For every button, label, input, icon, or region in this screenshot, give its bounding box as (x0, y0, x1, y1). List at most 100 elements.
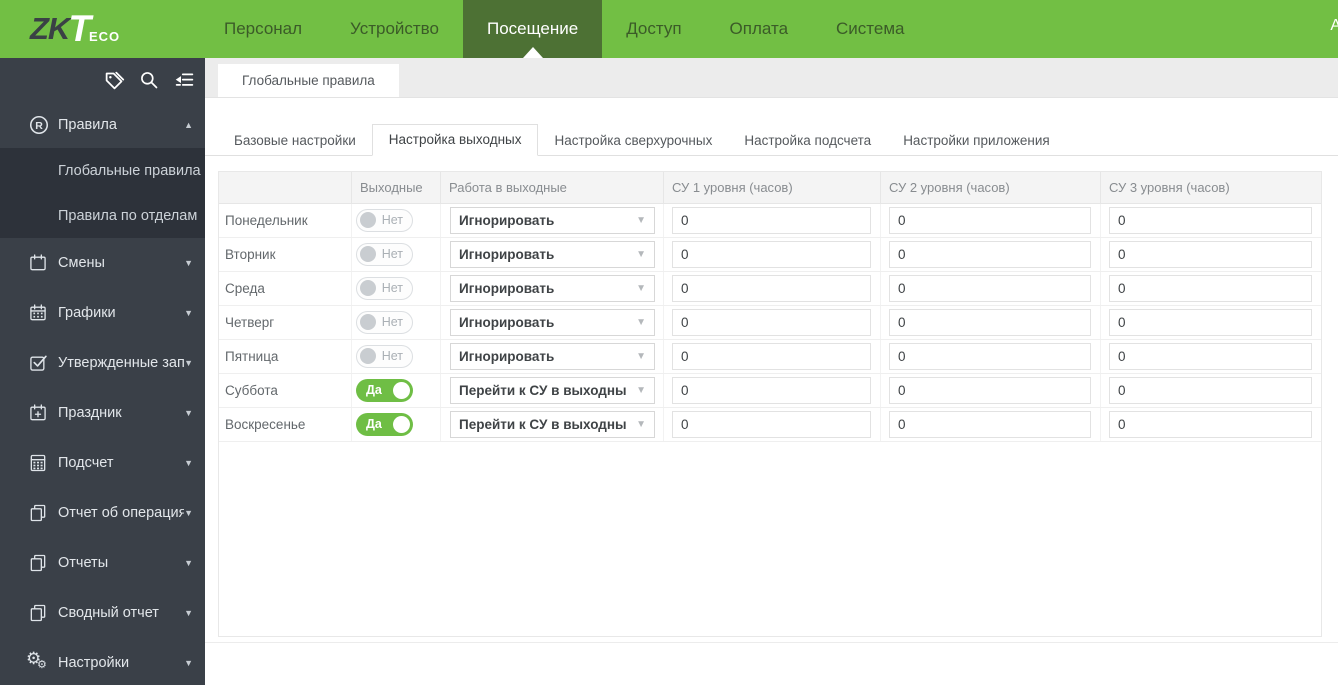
svg-text:R: R (35, 120, 43, 132)
weekend-toggle[interactable]: Нет (356, 243, 413, 266)
weekend-work-mode-select[interactable]: Игнорировать ▼ (450, 343, 655, 370)
su3-hours-input[interactable] (1109, 275, 1312, 302)
weekend-toggle[interactable]: Да (356, 379, 413, 402)
nav-item[interactable]: Доступ (602, 0, 705, 58)
su2-hours-input[interactable] (889, 207, 1091, 234)
column-header (219, 172, 352, 203)
chevron-icon: ▼ (184, 508, 193, 518)
gears-icon: ⚙ ⚙ (26, 649, 47, 671)
toggle-knob (393, 382, 410, 399)
su1-hours-input[interactable] (672, 309, 871, 336)
column-header: СУ 1 уровня (часов) (664, 172, 881, 203)
chevron-icon: ▼ (184, 608, 193, 618)
weekend-work-mode-select[interactable]: Игнорировать ▼ (450, 275, 655, 302)
su1-hours-input[interactable] (672, 343, 871, 370)
day-label: Среда (219, 272, 352, 305)
sidebar-section[interactable]: Подсчет ▼ (0, 438, 205, 488)
su2-hours-input[interactable] (889, 309, 1091, 336)
su1-hours-input[interactable] (672, 207, 871, 234)
sidebar-section-label: Настройки (58, 655, 130, 671)
calendar-icon (28, 253, 58, 273)
sidebar-section[interactable]: Утвержденные зап... ▼ (0, 338, 205, 388)
sidebar-section[interactable]: Отчет об операциях ▼ (0, 488, 205, 538)
sidebar: R Правила ▲ Глобальные правила Правила по… (0, 58, 205, 685)
user-menu-partial[interactable]: A (1330, 17, 1338, 35)
su1-hours-input[interactable] (672, 241, 871, 268)
su3-hours-input[interactable] (1109, 241, 1312, 268)
toggle-knob (360, 314, 376, 330)
window-tab[interactable]: Глобальные правила (218, 64, 399, 97)
sidebar-section[interactable]: Праздник ▼ (0, 388, 205, 438)
weekend-toggle[interactable]: Да (356, 413, 413, 436)
sidebar-subitem[interactable]: Правила по отделам (0, 193, 205, 238)
table-row: Понедельник Нет Игнорировать ▼ (219, 204, 1321, 238)
nav-item[interactable]: Оплата (706, 0, 812, 58)
su3-hours-input[interactable] (1109, 207, 1312, 234)
sidebar-section[interactable]: R Правила ▲ (0, 102, 205, 148)
su3-hours-input[interactable] (1109, 343, 1312, 370)
report-icon (28, 603, 58, 623)
weekend-work-mode-select[interactable]: Перейти к СУ в выходны ▼ (450, 411, 655, 438)
weekend-work-mode-select[interactable]: Игнорировать ▼ (450, 309, 655, 336)
su3-hours-input[interactable] (1109, 411, 1312, 438)
weekend-work-mode-select[interactable]: Игнорировать ▼ (450, 241, 655, 268)
toggle-label: Нет (381, 247, 403, 261)
sub-tab[interactable]: Базовые настройки (218, 126, 372, 156)
table-header-row: Выходные Работа в выходные СУ 1 уровня (ча… (219, 172, 1321, 204)
weekend-work-mode-select[interactable]: Перейти к СУ в выходны ▼ (450, 377, 655, 404)
toggle-label: Нет (381, 349, 403, 363)
column-header: СУ 3 уровня (часов) (1109, 180, 1230, 195)
search-icon[interactable] (138, 69, 160, 91)
sub-tab[interactable]: Настройка сверхурочных (538, 126, 728, 156)
column-header: Работа в выходные (441, 172, 664, 203)
logo-text-t: T (68, 8, 91, 49)
report-icon (28, 553, 58, 573)
calendar-plus-icon (28, 403, 58, 423)
day-label: Четверг (219, 306, 352, 339)
table-row: Суббота Да Перейти к СУ в выходны ▼ (219, 374, 1321, 408)
nav-item[interactable]: Устройство (326, 0, 463, 58)
column-header: Выходные (352, 172, 441, 203)
select-value: Игнорировать (459, 281, 555, 296)
su2-hours-input[interactable] (889, 241, 1091, 268)
logo-text-eco: ECO (88, 28, 121, 44)
su2-hours-input[interactable] (889, 275, 1091, 302)
sub-tab[interactable]: Настройки приложения (887, 126, 1066, 156)
weekend-settings-panel: Выходные Работа в выходные СУ 1 уровня (ча… (218, 171, 1322, 637)
su3-hours-input[interactable] (1109, 377, 1312, 404)
collapse-menu-icon[interactable] (173, 69, 195, 91)
sidebar-section-label: Смены (58, 255, 105, 271)
weekend-work-mode-select[interactable]: Игнорировать ▼ (450, 207, 655, 234)
chevron-icon: ▼ (184, 658, 193, 668)
su2-hours-input[interactable] (889, 377, 1091, 404)
sidebar-subitem[interactable]: Глобальные правила (0, 148, 205, 193)
nav-item[interactable]: Персонал (200, 0, 326, 58)
sidebar-section[interactable]: Отчеты ▼ (0, 538, 205, 588)
report-icon (28, 503, 58, 523)
sidebar-section[interactable]: Графики ▼ (0, 288, 205, 338)
sub-tab-bar: Базовые настройки Настройка выходных Настр… (205, 124, 1338, 156)
nav-item-label: Доступ (626, 19, 682, 38)
nav-item[interactable]: Система (812, 0, 928, 58)
sidebar-section[interactable]: ⚙ ⚙ Настройки ▼ (0, 638, 205, 685)
su2-hours-input[interactable] (889, 343, 1091, 370)
su1-hours-input[interactable] (672, 377, 871, 404)
caret-down-icon: ▼ (636, 385, 646, 396)
sub-tab[interactable]: Настройка подсчета (728, 126, 887, 156)
weekend-toggle[interactable]: Нет (356, 311, 413, 334)
nav-item-label: Система (836, 19, 905, 38)
weekend-toggle[interactable]: Нет (356, 345, 413, 368)
sidebar-section[interactable]: Смены ▼ (0, 238, 205, 288)
weekend-toggle[interactable]: Нет (356, 277, 413, 300)
table-row: Воскресенье Да Перейти к СУ в выходны ▼ (219, 408, 1321, 442)
sidebar-section[interactable]: Сводный отчет ▼ (0, 588, 205, 638)
calculator-icon (28, 453, 58, 473)
tag-icon[interactable] (103, 69, 125, 91)
nav-item[interactable]: Посещение (462, 0, 603, 58)
su2-hours-input[interactable] (889, 411, 1091, 438)
weekend-toggle[interactable]: Нет (356, 209, 413, 232)
su1-hours-input[interactable] (672, 411, 871, 438)
su3-hours-input[interactable] (1109, 309, 1312, 336)
su1-hours-input[interactable] (672, 275, 871, 302)
sub-tab[interactable]: Настройка выходных (371, 124, 539, 156)
